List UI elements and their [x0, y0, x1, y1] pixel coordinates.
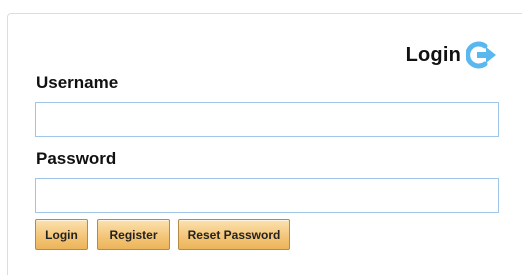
password-label: Password — [36, 149, 117, 168]
login-header: Login — [406, 41, 498, 69]
password-input[interactable] — [35, 178, 499, 213]
reset-password-button[interactable]: Reset Password — [178, 219, 290, 250]
login-arrow-icon — [466, 41, 496, 69]
login-title: Login — [405, 43, 461, 66]
login-button[interactable]: Login — [35, 219, 88, 250]
register-button[interactable]: Register — [97, 219, 170, 250]
username-label: Username — [36, 73, 119, 92]
login-panel: Login Username Password Login Register R… — [7, 13, 522, 275]
username-input[interactable] — [35, 102, 499, 137]
